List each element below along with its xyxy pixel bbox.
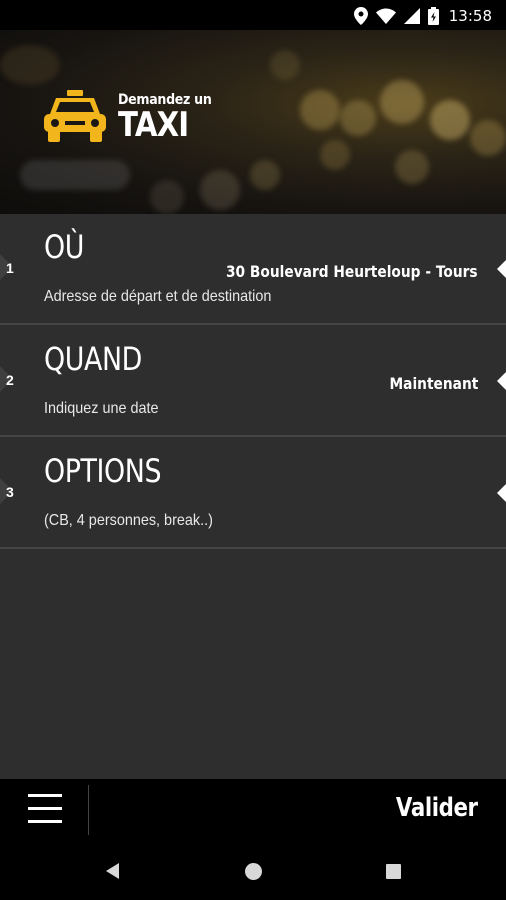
- status-bar: 13:58: [0, 0, 506, 30]
- step-where[interactable]: 1 OÙ Adresse de départ et de destination…: [0, 214, 506, 325]
- battery-icon: [427, 7, 439, 25]
- system-navigation-bar: [0, 839, 506, 900]
- step-options[interactable]: 3 OPTIONS (CB, 4 personnes, break..): [0, 438, 506, 549]
- step-subtitle: Adresse de départ et de destination: [44, 288, 272, 305]
- validate-button[interactable]: Valider: [396, 793, 478, 823]
- step-title: OÙ: [44, 228, 84, 266]
- step-title: QUAND: [44, 340, 142, 378]
- wifi-icon: [375, 8, 396, 24]
- hamburger-menu-icon[interactable]: [28, 794, 62, 824]
- step-title: OPTIONS: [44, 452, 162, 490]
- step-value: 30 Boulevard Heurteloup - Tours: [226, 262, 478, 281]
- chevron-left-icon: [497, 484, 506, 502]
- signal-icon: [403, 8, 420, 24]
- toolbar-divider: [88, 785, 89, 835]
- step-number: 3: [6, 484, 14, 500]
- status-time: 13:58: [448, 7, 492, 25]
- step-number: 2: [6, 372, 14, 388]
- status-icons: 13:58: [353, 6, 492, 26]
- chevron-left-icon: [497, 260, 506, 278]
- step-subtitle: (CB, 4 personnes, break..): [44, 512, 213, 529]
- recent-apps-icon[interactable]: [386, 864, 401, 879]
- home-icon[interactable]: [245, 863, 262, 880]
- header-banner: Demandez un TAXI: [0, 30, 506, 214]
- booking-steps-list: 1 OÙ Adresse de départ et de destination…: [0, 214, 506, 779]
- step-value: Maintenant: [389, 374, 478, 393]
- step-when[interactable]: 2 QUAND Indiquez une date Maintenant: [0, 326, 506, 437]
- back-icon[interactable]: [106, 863, 119, 879]
- bottom-toolbar: Valider: [0, 779, 506, 839]
- app-logo: Demandez un TAXI: [44, 90, 212, 142]
- chevron-left-icon: [497, 372, 506, 390]
- location-icon: [353, 7, 368, 25]
- taxi-car-icon: [44, 90, 106, 142]
- logo-title: TAXI: [118, 105, 189, 145]
- step-subtitle: Indiquez une date: [44, 400, 159, 417]
- step-number: 1: [6, 260, 14, 276]
